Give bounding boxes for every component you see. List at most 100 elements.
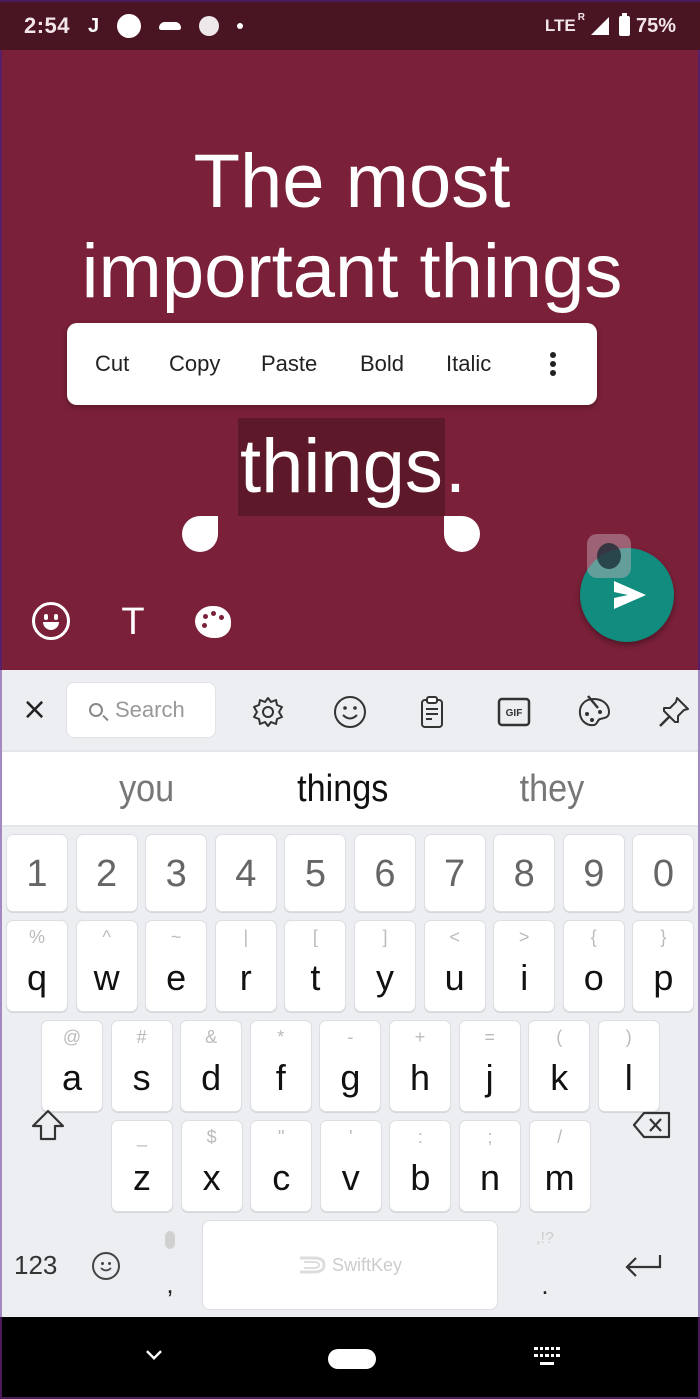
key-alt-symbol: & — [205, 1027, 218, 1047]
key-5[interactable]: 5 — [284, 834, 347, 912]
key-label: 5 — [304, 853, 326, 895]
key-label: e — [166, 957, 187, 998]
comma-key[interactable]: , — [158, 1230, 182, 1300]
svg-text:GIF: GIF — [506, 708, 523, 719]
numbers-symbols-key[interactable]: 123 — [14, 1250, 57, 1281]
suggestion-right[interactable]: they — [520, 768, 585, 811]
circle-notification-icon — [117, 14, 142, 38]
home-pill-button[interactable] — [328, 1349, 376, 1369]
key-r[interactable]: | r — [214, 920, 277, 1012]
key-z[interactable]: _ z — [111, 1120, 173, 1212]
key-label: u — [444, 957, 465, 998]
key-b[interactable]: :b — [389, 1120, 452, 1212]
font-style-button[interactable]: T — [114, 601, 152, 643]
settings-gear-icon[interactable] — [250, 694, 286, 730]
key-alt-symbol: < — [449, 927, 460, 947]
status-time: 2:54 — [24, 13, 71, 38]
key-o[interactable]: {o — [562, 920, 625, 1012]
key-e[interactable]: ~ e — [145, 920, 208, 1012]
close-toolbar-icon[interactable]: × — [22, 695, 47, 725]
search-icon — [89, 703, 103, 717]
key-y[interactable]: ] y — [354, 920, 416, 1012]
j-app-icon: J — [88, 14, 100, 37]
key-alt-symbol: + — [414, 1027, 426, 1047]
key-g[interactable]: -g — [319, 1020, 382, 1112]
palette-icon[interactable] — [195, 606, 231, 638]
key-p[interactable]: } p — [632, 920, 695, 1012]
key-alt-symbol: - — [347, 1027, 354, 1047]
enter-icon — [625, 1255, 662, 1277]
cut-button[interactable]: Cut — [95, 351, 169, 377]
key-t[interactable]: [t — [284, 920, 347, 1012]
hide-keyboard-chevron-icon[interactable] — [146, 1344, 162, 1360]
key-label: 8 — [513, 853, 535, 895]
key-label: 3 — [165, 853, 187, 895]
key-8[interactable]: 8 — [493, 834, 556, 912]
key-h[interactable]: + h — [389, 1020, 451, 1112]
key-d[interactable]: & d — [180, 1020, 243, 1112]
keyboard-switcher-icon[interactable] — [534, 1347, 560, 1367]
emoji-icon[interactable] — [32, 602, 70, 640]
keyboard-search-field[interactable]: Search — [66, 682, 216, 738]
enter-key[interactable] — [624, 1250, 664, 1282]
status-bar: 2:54 J LTE R 75% — [0, 0, 700, 50]
microphone-icon — [165, 1230, 175, 1249]
key-m[interactable]: / m — [528, 1120, 591, 1212]
gif-icon[interactable]: GIF — [496, 694, 532, 730]
shift-key[interactable] — [28, 1105, 68, 1145]
key-s[interactable]: # s — [110, 1020, 173, 1112]
copy-button[interactable]: Copy — [169, 351, 261, 377]
key-x[interactable]: $ x — [180, 1120, 243, 1212]
key-a[interactable]: @ a — [41, 1020, 103, 1112]
key-u[interactable]: < u — [423, 920, 486, 1012]
clipboard-icon[interactable] — [414, 694, 450, 730]
key-label: m — [544, 1157, 575, 1198]
period-key[interactable]: ,!? . — [530, 1230, 560, 1300]
text-status-canvas[interactable]: The most important things Cut Copy Paste… — [0, 50, 700, 670]
pin-icon[interactable] — [656, 694, 692, 730]
key-i[interactable]: > i — [493, 920, 556, 1012]
theme-palette-icon[interactable] — [576, 694, 612, 730]
space-bar[interactable]: SwiftKey — [202, 1220, 498, 1310]
suggestion-center[interactable]: things — [297, 768, 388, 811]
key-9[interactable]: 9 — [562, 834, 625, 912]
key-0[interactable]: 0 — [632, 834, 695, 912]
key-2[interactable]: 2 — [75, 834, 138, 912]
story-text-line-2[interactable]: important things — [2, 226, 700, 318]
key-6[interactable]: 6 — [354, 834, 416, 912]
key-j[interactable]: = j — [458, 1020, 521, 1112]
key-l[interactable]: ) l — [597, 1020, 660, 1112]
key-alt-symbol: : — [417, 1127, 423, 1147]
selection-end-handle[interactable] — [444, 516, 480, 552]
backspace-key[interactable] — [632, 1108, 672, 1142]
key-w[interactable]: ^ w — [75, 920, 138, 1012]
key-label: q — [26, 957, 48, 998]
bold-button[interactable]: Bold — [360, 351, 446, 377]
selection-start-handle[interactable] — [182, 516, 218, 552]
selected-text[interactable]: things — [238, 418, 445, 516]
key-label: 4 — [235, 853, 257, 895]
story-text-line-1[interactable]: The most — [2, 136, 700, 228]
key-n[interactable]: ; n — [459, 1120, 521, 1212]
italic-button[interactable]: Italic — [446, 351, 538, 377]
key-7[interactable]: 7 — [423, 834, 486, 912]
key-3[interactable]: 3 — [145, 834, 208, 912]
aperture-notification-icon — [199, 16, 220, 36]
key-4[interactable]: 4 — [214, 834, 277, 912]
key-f[interactable]: * f — [249, 1020, 312, 1112]
smiley-icon — [100, 1262, 112, 1272]
key-label: s — [132, 1057, 151, 1098]
story-text-line-3[interactable]: things. — [2, 418, 700, 516]
paste-button[interactable]: Paste — [261, 351, 360, 377]
key-label: i — [520, 957, 529, 998]
key-v[interactable]: ' v — [319, 1120, 382, 1212]
emoji-panel-icon[interactable] — [332, 694, 368, 730]
key-q[interactable]: % q — [6, 920, 68, 1012]
emoji-key[interactable] — [92, 1252, 120, 1280]
suggestion-left[interactable]: you — [119, 768, 174, 811]
key-c[interactable]: " c — [250, 1120, 313, 1212]
key-1[interactable]: 1 — [6, 834, 68, 912]
key-alt-symbol: [ — [312, 927, 318, 947]
key-k[interactable]: (k — [528, 1020, 591, 1112]
more-options-icon[interactable] — [550, 352, 556, 376]
